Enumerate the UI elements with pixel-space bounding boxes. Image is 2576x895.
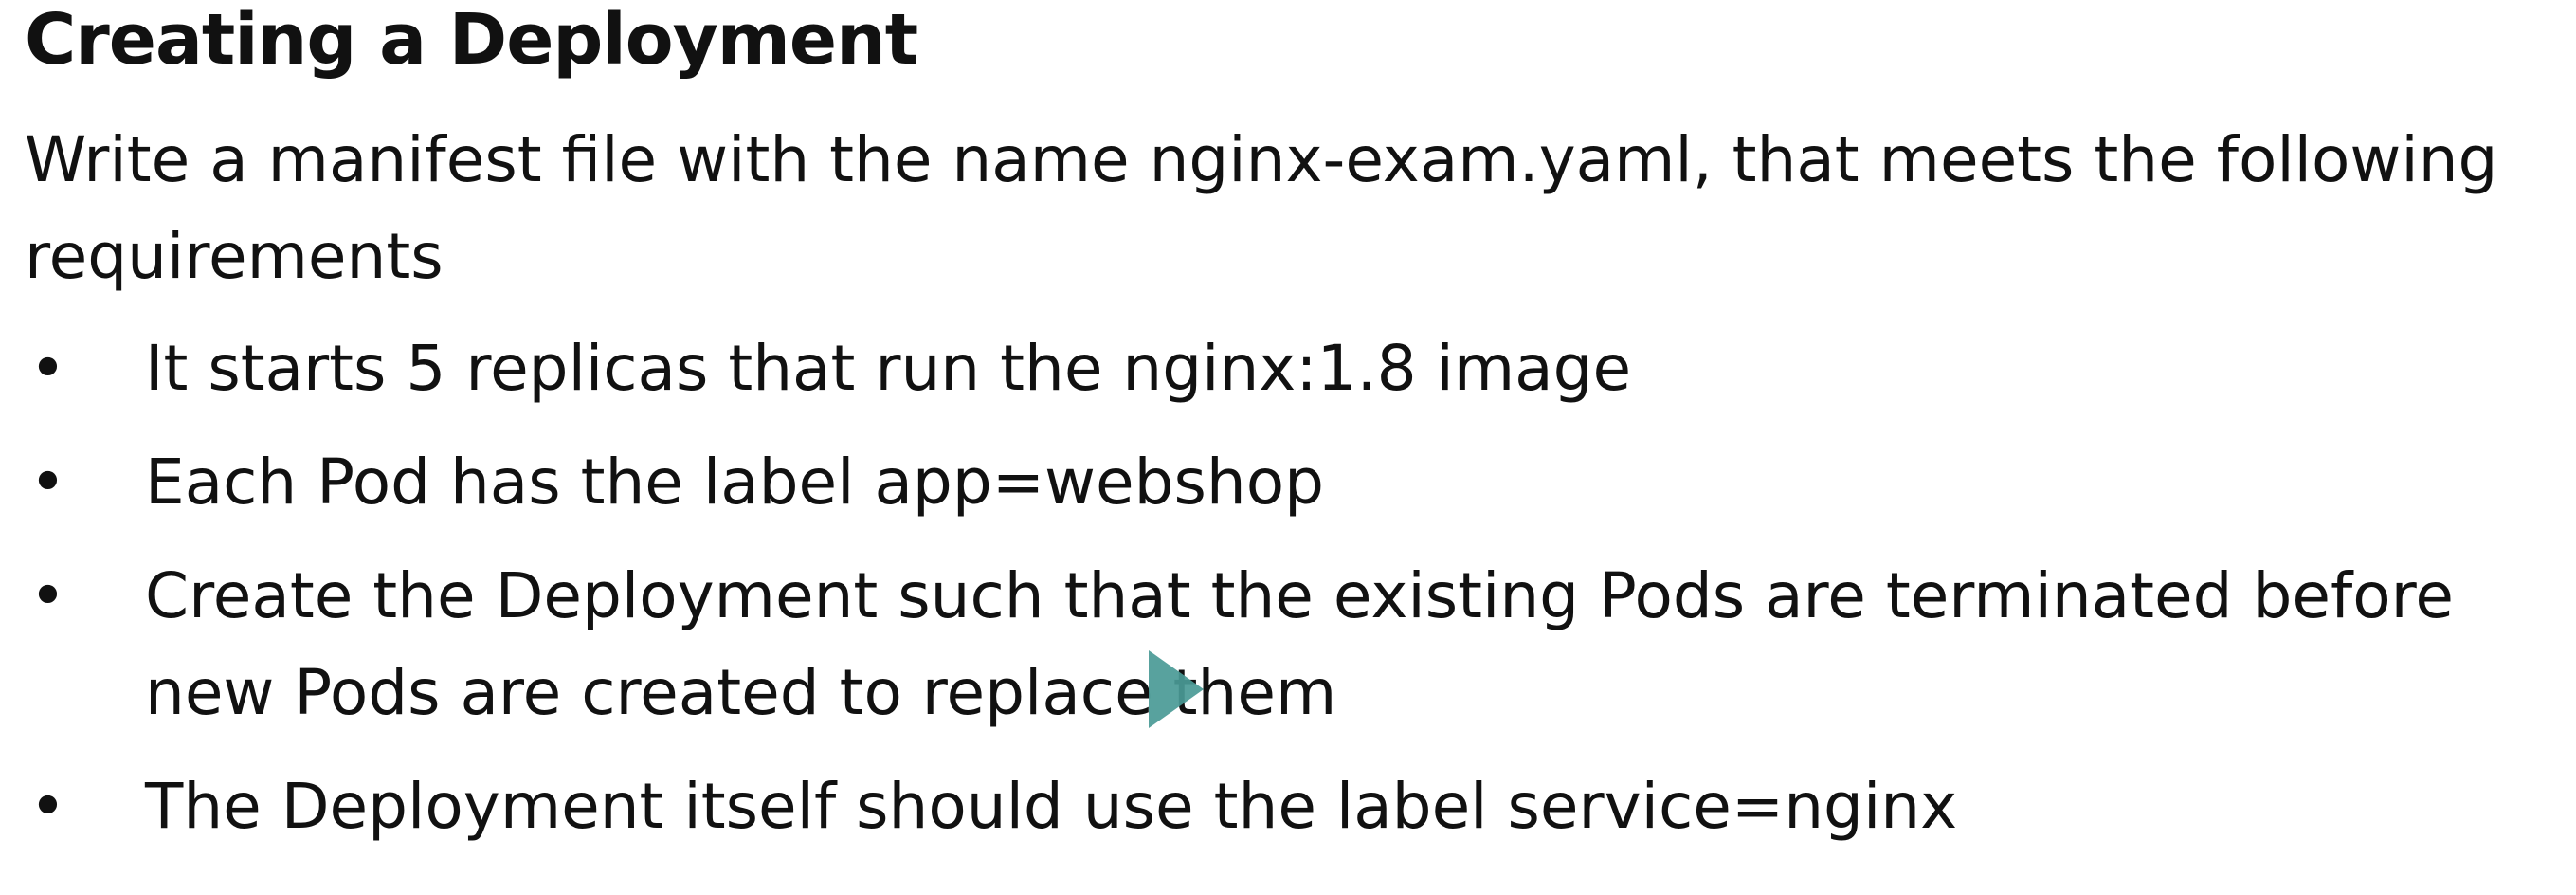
requirement-item: • It starts 5 replicas that run the ngin… (25, 320, 2555, 417)
requirement-text: Create the Deployment such that the exis… (145, 559, 2454, 729)
requirement-text: It starts 5 replicas that run the nginx:… (145, 332, 1632, 405)
bullet-marker: • (29, 770, 66, 843)
bullet-marker: • (29, 332, 66, 405)
slide-title: Creating a Deployment (25, 0, 918, 81)
slide: Creating a Deployment Write a manifest f… (0, 0, 2576, 895)
requirement-item: • The Deployment itself should use the l… (25, 758, 2555, 855)
requirement-item: • Each Pod has the label app=webshop (25, 434, 2555, 531)
requirement-item: • Create the Deployment such that the ex… (25, 548, 2555, 741)
play-icon[interactable] (1149, 650, 1204, 728)
bullet-marker: • (29, 559, 66, 632)
requirements-list: • It starts 5 replicas that run the ngin… (25, 320, 2555, 872)
intro-text: Write a manifest file with the name ngin… (25, 123, 2498, 293)
bullet-marker: • (29, 446, 66, 519)
play-icon-shape (1149, 650, 1204, 728)
requirement-text: Each Pod has the label app=webshop (145, 446, 1324, 519)
requirement-text: The Deployment itself should use the lab… (145, 770, 1958, 843)
